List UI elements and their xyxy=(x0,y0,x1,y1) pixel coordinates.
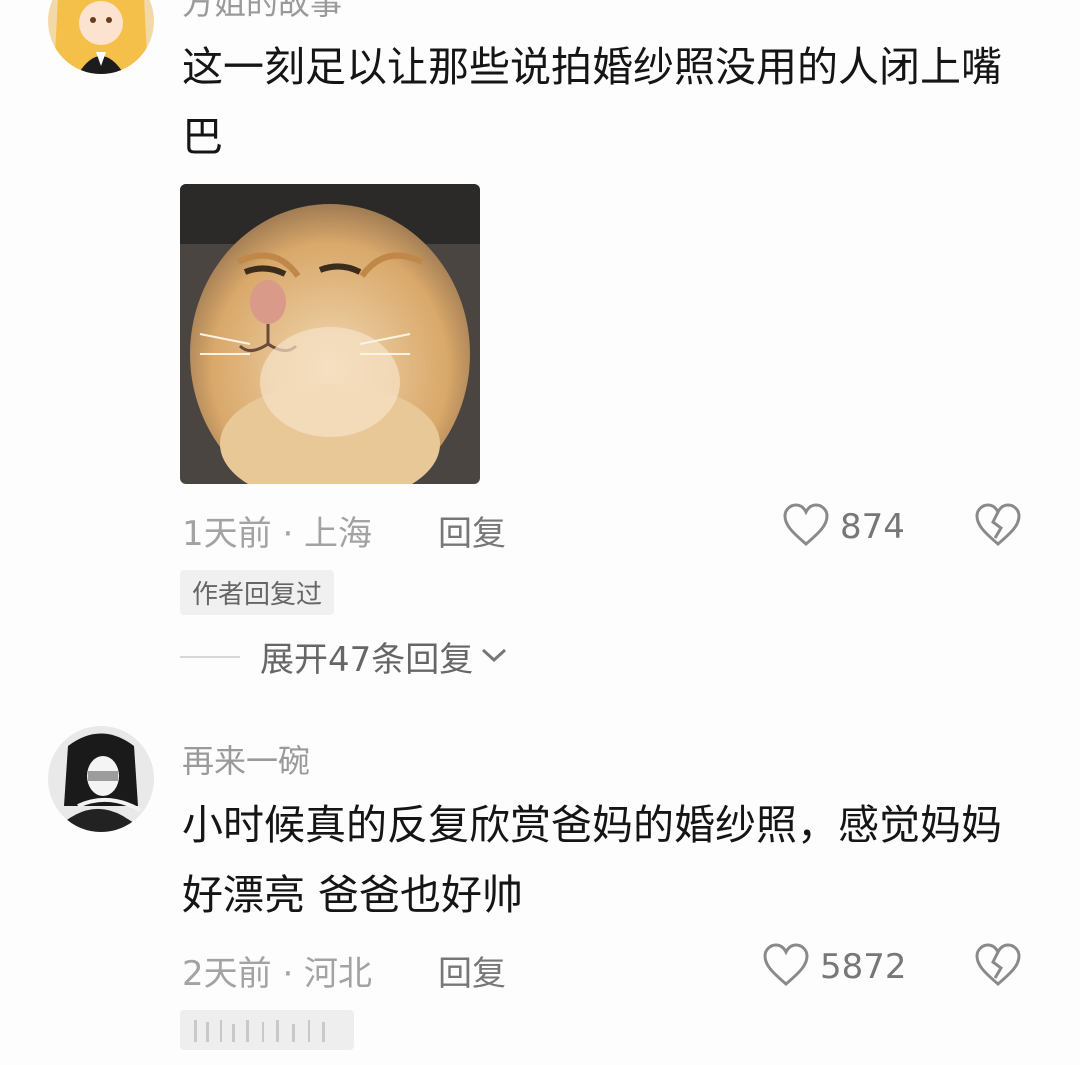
heart-outline-icon xyxy=(762,942,810,992)
author-replied-tag: 作者回复过 xyxy=(180,570,335,615)
blurred-tag xyxy=(180,1010,354,1050)
reply-button[interactable]: 回复 xyxy=(438,946,506,995)
comment-time-location: 1天前 · 上海 xyxy=(182,514,373,554)
avatar[interactable] xyxy=(48,0,154,74)
like-button[interactable]: 5872 xyxy=(762,942,907,992)
heart-outline-icon xyxy=(782,502,830,552)
like-count: 874 xyxy=(840,507,905,547)
expand-divider xyxy=(180,655,240,658)
chevron-down-icon xyxy=(479,645,509,669)
reply-button[interactable]: 回复 xyxy=(438,506,506,555)
comment-text: 小时候真的反复欣赏爸妈的婚纱照，感觉妈妈好漂亮 爸爸也好帅 xyxy=(182,801,1002,919)
broken-heart-icon xyxy=(974,943,1022,992)
username[interactable]: 再来一碗 xyxy=(182,736,310,782)
like-count: 5872 xyxy=(820,947,907,987)
expand-replies-button[interactable]: 展开47条回复 xyxy=(180,632,509,681)
dislike-button[interactable] xyxy=(974,502,1022,552)
comment-image[interactable] xyxy=(180,184,480,484)
expand-replies-label: 展开47条回复 xyxy=(260,640,474,680)
comment-time-location: 2天前 · 河北 xyxy=(182,954,373,994)
avatar[interactable] xyxy=(48,726,154,832)
broken-heart-icon xyxy=(974,503,1022,552)
dislike-button[interactable] xyxy=(974,942,1022,992)
comment-text: 这一刻足以让那些说拍婚纱照没用的人闭上嘴巴 xyxy=(182,43,1002,161)
username[interactable]: 方姐的故事 xyxy=(182,0,342,24)
like-button[interactable]: 874 xyxy=(782,502,905,552)
